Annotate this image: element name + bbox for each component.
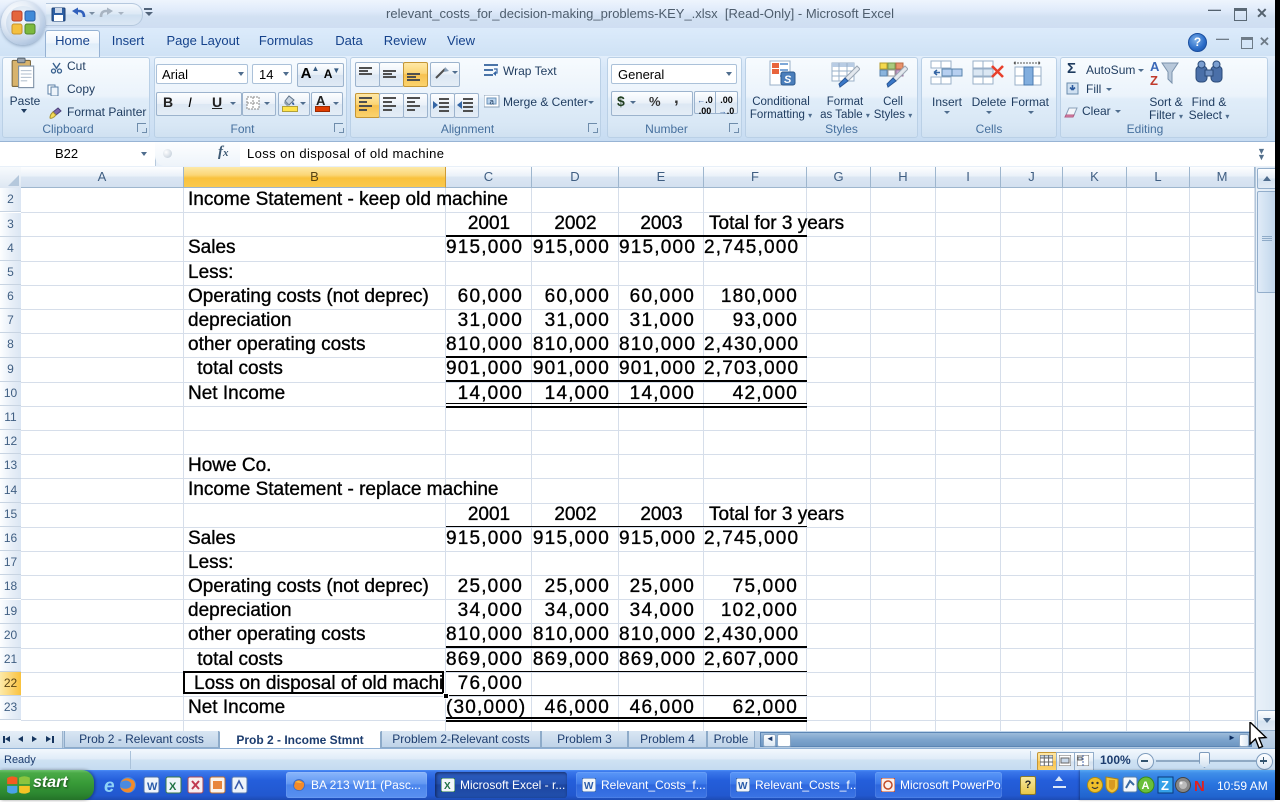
- svg-text:W: W: [738, 781, 748, 792]
- svg-text:X: X: [169, 781, 177, 793]
- svg-text:W: W: [147, 781, 158, 793]
- svg-text:A: A: [1142, 780, 1150, 792]
- svg-text:a: a: [490, 98, 495, 107]
- svg-text:N: N: [1194, 778, 1205, 795]
- svg-text:A: A: [1150, 59, 1160, 74]
- svg-text:W: W: [584, 781, 594, 792]
- svg-text:S: S: [784, 74, 792, 86]
- svg-text:X: X: [444, 781, 451, 792]
- svg-text:Z: Z: [1161, 778, 1169, 793]
- svg-text:Z: Z: [1150, 73, 1158, 87]
- svg-text:e: e: [104, 776, 115, 797]
